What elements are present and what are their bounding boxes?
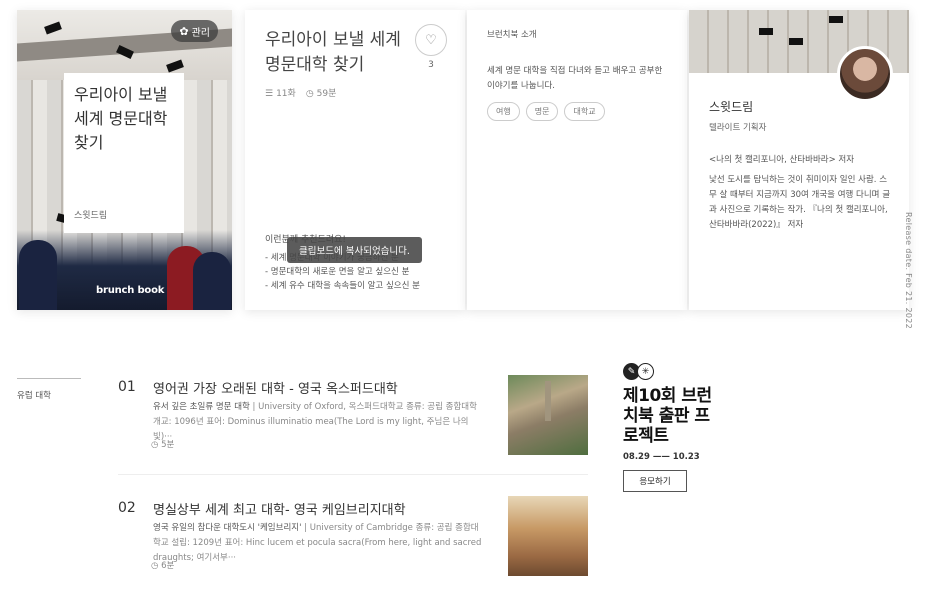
article-description: 영국 유일의 참다운 대학도시 '케임브리지' | University of …: [153, 521, 483, 566]
article-time-value: 5분: [161, 440, 175, 450]
cover-photo-gown: [193, 252, 231, 310]
article-item[interactable]: 01 영어권 가장 오래된 대학 - 영국 옥스퍼드대학 유서 깊은 초일류 명…: [118, 375, 588, 475]
cover-author: 스윗드림: [74, 211, 108, 221]
clock-icon: ◷: [305, 89, 314, 99]
brunch-book-logo: brunch book: [96, 285, 165, 296]
book-title: 우리아이 보낼 세계 명문대학 찾기: [265, 30, 401, 75]
keyword-tag[interactable]: 명문: [525, 102, 559, 121]
keyword-tag[interactable]: 대학교: [564, 102, 605, 121]
promo-date: 08.29 —— 10.23: [623, 452, 700, 462]
author-works: <나의 첫 캘리포니아, 산타바바라> 저자: [709, 155, 855, 165]
author-body: 스윗드림 텔라이트 기획자 <나의 첫 캘리포니아, 산타바바라> 저자 낯선 …: [709, 98, 891, 233]
article-description: 유서 깊은 초일류 명문 대학 | University of Oxford, …: [153, 400, 483, 445]
article-desc-lead: 유서 깊은 초일류 명문 대학: [153, 402, 250, 412]
grad-cap-icon: [789, 38, 803, 45]
article-thumbnail[interactable]: [508, 496, 588, 576]
article-read-time: ◷ 5분: [151, 438, 174, 450]
author-bio: 낯선 도시를 탐닉하는 것이 취미이자 일인 사람. 스무 살 때부터 지금까지…: [709, 175, 891, 230]
heart-icon: ♡: [425, 32, 437, 48]
promo-title: 제10회 브런치북 출판 프로젝트: [623, 386, 712, 446]
intro-description: 세계 명문 대학을 직접 다녀와 듣고 배우고 공부한 이야기를 나눕니다.: [487, 66, 663, 91]
cover-title-box: 우리아이 보낼 세계 명문대학 찾기 스윗드림: [64, 73, 184, 233]
episode-count: 11화: [276, 89, 296, 99]
book-cover[interactable]: ✿ 관리 우리아이 보낼 세계 명문대학 찾기 스윗드림 brunch book: [17, 10, 232, 310]
author-avatar[interactable]: [837, 46, 893, 102]
author-page: 스윗드림 텔라이트 기획자 <나의 첫 캘리포니아, 산타바바라> 저자 낯선 …: [689, 10, 909, 310]
book-info-page: 우리아이 보낼 세계 명문대학 찾기 ♡ 3 ☰11화 ◷59분 이런분께 추천…: [245, 10, 465, 310]
promo-banner: ✎ ✳ 제10회 브런치북 출판 프로젝트 08.29 —— 10.23 응모하…: [623, 363, 713, 492]
list-icon: ☰: [265, 89, 274, 99]
article-read-time: ◷ 6분: [151, 559, 174, 571]
article-thumbnail[interactable]: [508, 375, 588, 455]
article-time-value: 6분: [161, 561, 175, 571]
article-desc-lead: 영국 유일의 참다운 대학도시 '케임브리지': [153, 523, 302, 533]
book-meta: ☰ 11화 ◷ 59분: [265, 86, 445, 99]
like-button[interactable]: ♡: [415, 24, 447, 56]
grad-cap-icon: [829, 16, 843, 23]
thumbnail-tower: [545, 381, 551, 421]
release-date: Release date. Feb 21. 2022: [904, 212, 913, 330]
gear-icon: ✿: [179, 24, 189, 38]
like-area[interactable]: ♡ 3: [415, 24, 447, 70]
article-number: 01: [118, 379, 136, 395]
recommend-item: - 명문대학의 새로운 면을 알고 싶으신 분: [265, 267, 410, 277]
keyword-tags: 여행 명문 대학교: [487, 102, 667, 121]
like-count: 3: [428, 60, 434, 70]
author-name[interactable]: 스윗드림: [709, 98, 891, 115]
clock-icon: ◷: [151, 440, 162, 450]
admin-button[interactable]: ✿ 관리: [171, 20, 218, 42]
article-number: 02: [118, 500, 136, 516]
cover-photo-gown: [19, 240, 57, 310]
intro-heading: 브런치북 소개: [487, 30, 537, 40]
cover-title: 우리아이 보낼 세계 명문대학 찾기: [74, 85, 168, 152]
article-title[interactable]: 영어권 가장 오래된 대학 - 영국 옥스퍼드대학: [153, 378, 398, 397]
clipboard-toast: 클립보드에 복사되었습니다.: [287, 237, 422, 263]
read-time: 59분: [316, 89, 337, 99]
book-intro-page: 브런치북 소개 세계 명문 대학을 직접 다녀와 듣고 배우고 공부한 이야기를…: [467, 10, 687, 310]
keyword-tag[interactable]: 여행: [487, 102, 520, 121]
admin-button-label: 관리: [191, 27, 210, 39]
article-title[interactable]: 명실상부 세계 최고 대학- 영국 케임브리지대학: [153, 499, 406, 518]
star-icon: ✳: [637, 363, 654, 380]
grad-cap-icon: [759, 28, 773, 35]
article-item[interactable]: 02 명실상부 세계 최고 대학- 영국 케임브리지대학 영국 유일의 참다운 …: [118, 496, 588, 586]
author-role: 텔라이트 기획자: [709, 123, 767, 133]
promo-logo: ✎ ✳: [623, 363, 713, 380]
clock-icon: ◷: [151, 561, 162, 571]
apply-button[interactable]: 응모하기: [623, 470, 687, 492]
recommend-item: - 세계 유수 대학을 속속들이 알고 싶으신 분: [265, 281, 420, 291]
magazine-label: 유럽 대학: [17, 378, 81, 401]
